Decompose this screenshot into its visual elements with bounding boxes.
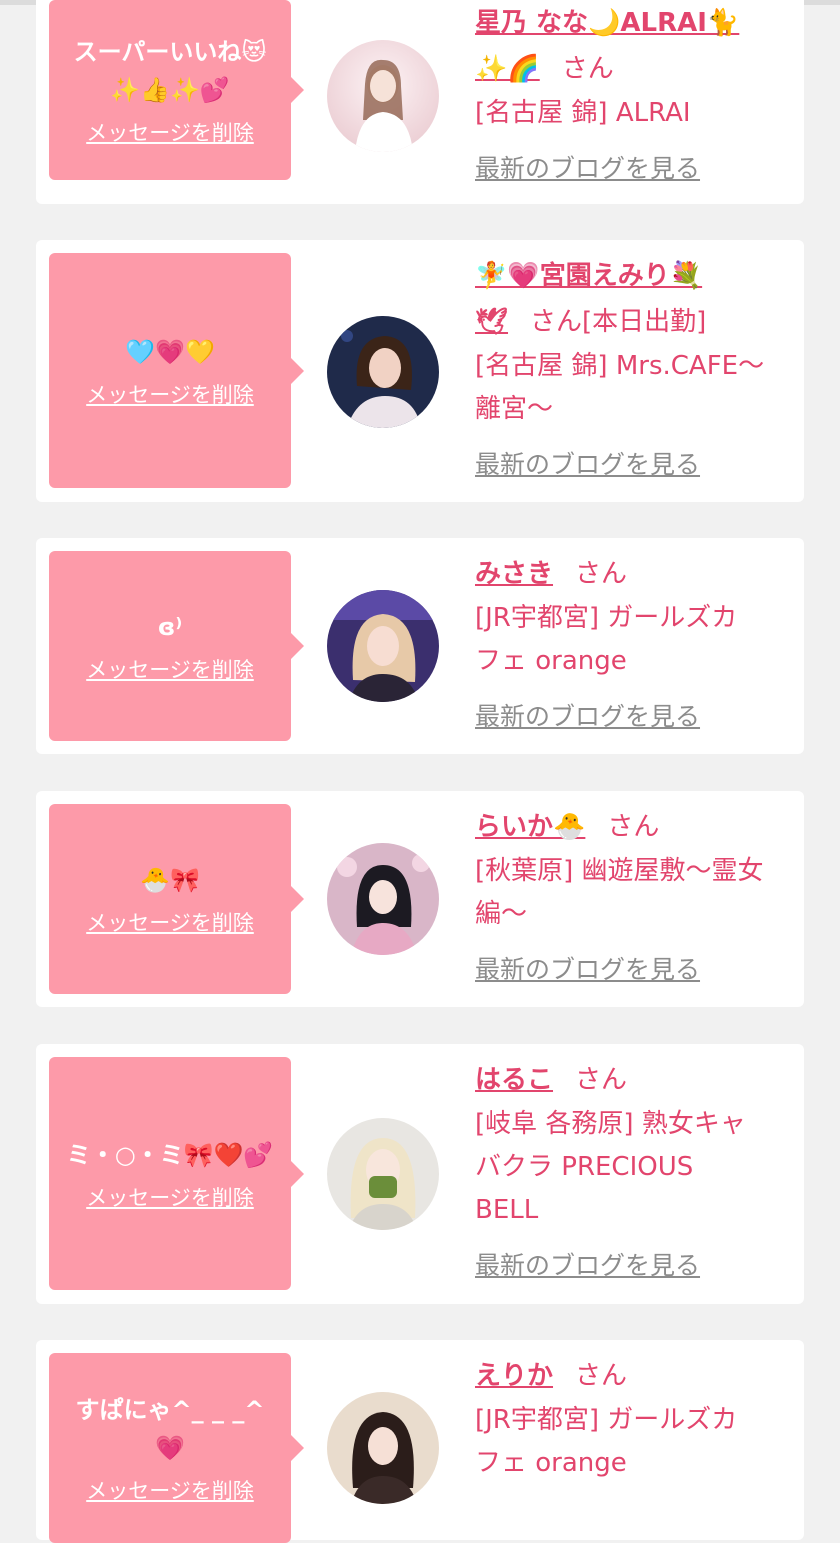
latest-blog-link[interactable]: 最新のブログを見る (475, 445, 700, 481)
sender-info: 🧚💗宮園えみり💐 🕊 さん[本日出勤] [名古屋 錦] Mrs.CAFE〜 離宮〜… (475, 253, 795, 481)
delete-message-link[interactable]: メッセージを削除 (86, 654, 254, 684)
message-card: 🩵💗💛 メッセージを削除 🧚💗宮園えみり💐 🕊 さん[本日出勤] [名古屋 錦] … (36, 240, 804, 502)
latest-blog-link[interactable]: 最新のブログを見る (475, 697, 700, 733)
honorific: さん (530, 307, 583, 337)
avatar[interactable] (327, 1392, 439, 1504)
message-card: スーパーいいね😻 ✨👍✨💕 メッセージを削除 星乃 なな🌙ALRAI🐈 ✨🌈 さん… (36, 0, 804, 204)
honorific: さん (575, 559, 628, 589)
message-text: スーパーいいね😻 ✨👍✨💕 (73, 38, 267, 104)
honorific: さん (561, 54, 614, 84)
avatar[interactable] (327, 1118, 439, 1230)
message-text: ɞ⁾ (157, 613, 183, 641)
shop-name: [名古屋 錦] ALRAI (475, 98, 691, 128)
message-bubble: ɞ⁾ メッセージを削除 (49, 551, 304, 741)
sender-name-link[interactable]: みさき (475, 559, 553, 589)
sender-name-link[interactable]: えりか (475, 1361, 553, 1391)
shop-name: [JR宇都宮] ガールズカ フェ orange (475, 603, 738, 676)
honorific: さん (575, 1361, 628, 1391)
sender-info: はるこ さん [岐阜 各務原] 熟女キャ バクラ PRECIOUS BELL 最新… (475, 1057, 795, 1282)
message-text: 🐣🎀 (140, 866, 200, 894)
honorific: さん (607, 812, 660, 842)
message-text: ミ・○・ミ🎀❤️💕 (66, 1140, 274, 1169)
delete-message-link[interactable]: メッセージを削除 (86, 1182, 254, 1212)
message-card: すぱにゃ^_ _ _^ 💗 メッセージを削除 えりか さん [JR宇都宮] ガール… (36, 1340, 804, 1543)
shop-name: [秋葉原] 幽遊屋敷〜霊女 編〜 (475, 856, 764, 929)
message-bubble: すぱにゃ^_ _ _^ 💗 メッセージを削除 (49, 1353, 304, 1543)
message-bubble: スーパーいいね😻 ✨👍✨💕 メッセージを削除 (49, 0, 304, 180)
shop-name: [名古屋 錦] Mrs.CAFE〜 離宮〜 (475, 351, 765, 424)
message-card: 🐣🎀 メッセージを削除 らいか🐣 さん [秋葉原] 幽遊屋敷〜霊女 編〜 最新のブ… (36, 791, 804, 1007)
message-text: 🩵💗💛 (125, 337, 215, 366)
avatar[interactable] (327, 843, 439, 955)
message-text: すぱにゃ^_ _ _^ 💗 (75, 1396, 265, 1462)
delete-message-link[interactable]: メッセージを削除 (86, 117, 254, 147)
avatar[interactable] (327, 40, 439, 152)
avatar[interactable] (327, 316, 439, 428)
avatar[interactable] (327, 590, 439, 702)
sender-info: えりか さん [JR宇都宮] ガールズカ フェ orange (475, 1353, 795, 1485)
message-bubble: 🐣🎀 メッセージを削除 (49, 804, 304, 994)
latest-blog-link[interactable]: 最新のブログを見る (475, 149, 700, 185)
status-tag: [本日出勤] (582, 307, 707, 337)
message-card: ミ・○・ミ🎀❤️💕 メッセージを削除 はるこ さん [岐阜 各務原] 熟女キャ バ… (36, 1044, 804, 1304)
sender-info: みさき さん [JR宇都宮] ガールズカ フェ orange 最新のブログを見る (475, 551, 795, 733)
delete-message-link[interactable]: メッセージを削除 (86, 379, 254, 409)
sender-info: らいか🐣 さん [秋葉原] 幽遊屋敷〜霊女 編〜 最新のブログを見る (475, 804, 795, 986)
sender-name-link[interactable]: らいか🐣 (475, 812, 585, 842)
message-bubble: 🩵💗💛 メッセージを削除 (49, 253, 304, 488)
message-bubble: ミ・○・ミ🎀❤️💕 メッセージを削除 (49, 1057, 304, 1290)
latest-blog-link[interactable]: 最新のブログを見る (475, 950, 700, 986)
delete-message-link[interactable]: メッセージを削除 (86, 907, 254, 937)
sender-info: 星乃 なな🌙ALRAI🐈 ✨🌈 さん [名古屋 錦] ALRAI 最新のブログを見… (475, 0, 795, 185)
message-card: ɞ⁾ メッセージを削除 みさき さん [JR宇都宮] ガールズカ フェ orang… (36, 538, 804, 754)
sender-name-link[interactable]: はるこ (475, 1065, 553, 1095)
shop-name: [岐阜 各務原] 熟女キャ バクラ PRECIOUS BELL (475, 1109, 746, 1225)
delete-message-link[interactable]: メッセージを削除 (86, 1475, 254, 1505)
shop-name: [JR宇都宮] ガールズカ フェ orange (475, 1405, 738, 1478)
latest-blog-link[interactable]: 最新のブログを見る (475, 1246, 700, 1282)
honorific: さん (575, 1065, 628, 1095)
